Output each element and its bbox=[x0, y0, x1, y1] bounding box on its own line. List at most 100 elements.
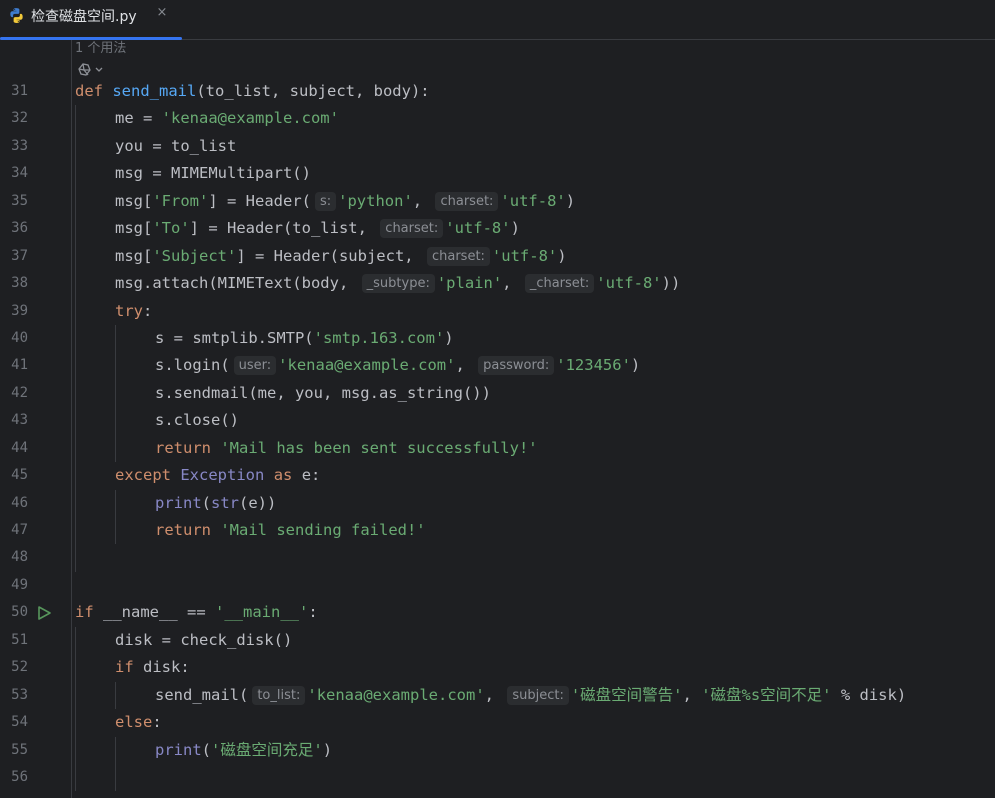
code-token: you = to_list bbox=[115, 136, 237, 155]
code-token: send_mail bbox=[112, 82, 197, 100]
code-line[interactable]: 31 def send_mail(to_list, subject, body): bbox=[0, 78, 995, 105]
code-token: % disk) bbox=[831, 685, 907, 704]
code-text: else: bbox=[115, 709, 162, 736]
run-icon[interactable] bbox=[36, 605, 52, 621]
close-icon[interactable]: × bbox=[155, 4, 169, 22]
code-token: 'utf-8' bbox=[445, 219, 511, 238]
indent-guide bbox=[115, 324, 116, 353]
indent-guide bbox=[75, 736, 76, 764]
line-number: 31 bbox=[11, 83, 28, 99]
code-token: ) bbox=[630, 356, 641, 375]
code-token: e: bbox=[292, 466, 321, 485]
code-text: msg.attach(MIMEText(body, _subtype:'plai… bbox=[115, 270, 680, 297]
code-text: s.sendmail(me, you, msg.as_string()) bbox=[155, 380, 491, 407]
code-line[interactable]: 46 print(str(e)) bbox=[0, 489, 995, 517]
code-text: msg['From'] = Header(s:'python', charset… bbox=[115, 188, 575, 215]
code-token: 'kenaa@example.com' bbox=[307, 685, 485, 704]
code-token: )) bbox=[661, 274, 681, 293]
line-number: 37 bbox=[11, 247, 28, 264]
parameter-hint: user: bbox=[233, 356, 277, 376]
code-token: , bbox=[502, 274, 521, 293]
code-token: try bbox=[115, 301, 143, 320]
code-line[interactable]: 33 you = to_list bbox=[0, 132, 995, 161]
line-number: 34 bbox=[11, 165, 28, 182]
code-line[interactable]: 56 bbox=[0, 763, 995, 792]
python-file-icon bbox=[10, 8, 23, 23]
line-number: 43 bbox=[11, 412, 28, 429]
indent-guide bbox=[75, 544, 76, 572]
line-number: 52 bbox=[11, 659, 28, 676]
line-number: 55 bbox=[11, 741, 28, 758]
code-token: msg[ bbox=[115, 246, 153, 265]
code-line[interactable]: 54 else: bbox=[0, 709, 995, 737]
code-line[interactable]: 50 if __name__ == '__main__': bbox=[0, 599, 995, 626]
code-editor[interactable]: 31 def send_mail(to_list, subject, body):… bbox=[0, 78, 995, 792]
code-text: you = to_list bbox=[115, 133, 236, 160]
indent-guide bbox=[75, 407, 76, 435]
code-token: msg[ bbox=[115, 191, 153, 210]
code-token: ] = Header( bbox=[208, 191, 311, 210]
usage-count-hint[interactable]: 1 个用法 bbox=[75, 37, 126, 56]
code-line[interactable]: 41 s.login(user:'kenaa@example.com', pass… bbox=[0, 352, 995, 380]
indent-guide bbox=[75, 160, 76, 188]
code-token: , bbox=[484, 685, 504, 704]
indent-guide bbox=[115, 681, 116, 710]
indent-guide bbox=[75, 654, 76, 682]
indent-guide bbox=[75, 132, 76, 161]
line-number: 48 bbox=[11, 549, 28, 566]
code-line[interactable]: 38 msg.attach(MIMEText(body, _subtype:'pl… bbox=[0, 270, 995, 298]
code-line[interactable]: 40 s = smtplib.SMTP('smtp.163.com') bbox=[0, 324, 995, 353]
code-line[interactable]: 51 disk = check_disk() bbox=[0, 626, 995, 655]
code-line[interactable]: 43 s.close() bbox=[0, 407, 995, 435]
code-line[interactable]: 36 msg['To'] = Header(to_list, charset:'u… bbox=[0, 215, 995, 243]
code-line[interactable]: 32 me = 'kenaa@example.com' bbox=[0, 105, 995, 133]
code-token: except bbox=[115, 466, 171, 485]
line-number: 50 bbox=[11, 604, 28, 621]
indent-guide bbox=[75, 462, 76, 490]
line-number: 35 bbox=[11, 192, 28, 209]
code-token: ( bbox=[201, 493, 212, 512]
code-line[interactable]: 35 msg['From'] = Header(s:'python', chars… bbox=[0, 187, 995, 216]
indent-guide bbox=[115, 352, 116, 380]
code-line[interactable]: 48 bbox=[0, 544, 995, 572]
code-line[interactable]: 55 print('磁盘空间充足') bbox=[0, 736, 995, 764]
code-text: except Exception as e: bbox=[115, 462, 320, 489]
code-line[interactable]: 49 bbox=[0, 572, 995, 599]
parameter-hint: charset: bbox=[426, 246, 490, 266]
line-number: 40 bbox=[11, 329, 28, 346]
code-line[interactable]: 39 try: bbox=[0, 297, 995, 325]
code-token: ) bbox=[444, 328, 454, 347]
code-token: ) bbox=[322, 740, 333, 759]
code-line[interactable]: 47 return 'Mail sending failed!' bbox=[0, 517, 995, 545]
code-line[interactable]: 44 return 'Mail has been sent successfull… bbox=[0, 434, 995, 463]
code-token: ) bbox=[565, 191, 576, 210]
code-token: msg = MIMEMultipart() bbox=[115, 164, 311, 183]
indent-guide bbox=[75, 324, 76, 353]
code-line[interactable]: 42 s.sendmail(me, you, msg.as_string()) bbox=[0, 379, 995, 408]
tab-file[interactable]: 检查磁盘空间.py × bbox=[0, 0, 182, 40]
line-number: 51 bbox=[11, 631, 28, 648]
code-token: '磁盘%s空间不足' bbox=[701, 685, 832, 704]
line-number: 44 bbox=[11, 439, 28, 456]
line-number: 38 bbox=[11, 275, 28, 292]
code-line[interactable]: 52 if disk: bbox=[0, 654, 995, 682]
code-line[interactable]: 34 msg = MIMEMultipart() bbox=[0, 160, 995, 188]
indent-guide bbox=[75, 434, 76, 463]
code-token: s.sendmail(me, you, msg.as_string()) bbox=[155, 383, 491, 402]
code-token: '123456' bbox=[556, 356, 631, 375]
code-text: disk = check_disk() bbox=[115, 627, 292, 654]
parameter-hint: charset: bbox=[435, 191, 499, 211]
line-number: 39 bbox=[11, 302, 28, 319]
code-token: 'kenaa@example.com' bbox=[161, 109, 339, 128]
line-number: 49 bbox=[11, 576, 28, 593]
parameter-hint: s: bbox=[314, 191, 337, 211]
line-number: 56 bbox=[11, 768, 28, 785]
ai-assistant-icon[interactable] bbox=[75, 60, 109, 78]
indent-guide bbox=[75, 297, 76, 325]
code-line[interactable]: 37 msg['Subject'] = Header(subject, chars… bbox=[0, 242, 995, 271]
indent-guide bbox=[75, 681, 76, 710]
indent-guide bbox=[75, 270, 76, 298]
code-line[interactable]: 45 except Exception as e: bbox=[0, 462, 995, 490]
code-line[interactable]: 53 send_mail(to_list:'kenaa@example.com',… bbox=[0, 681, 995, 710]
